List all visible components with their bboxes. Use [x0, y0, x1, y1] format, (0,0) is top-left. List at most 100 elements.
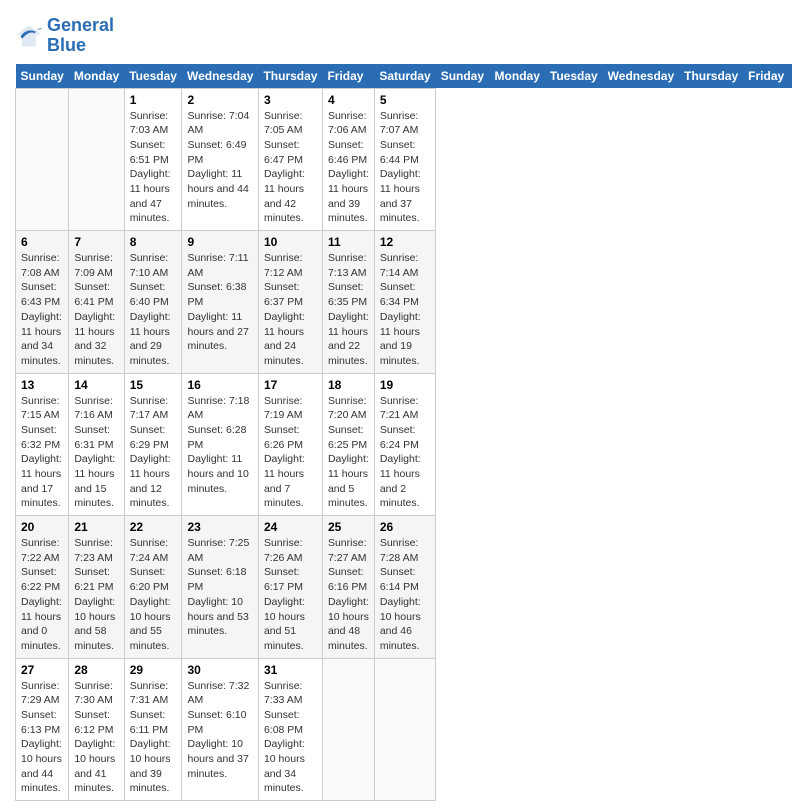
- day-number: 19: [380, 378, 430, 392]
- day-number: 28: [74, 663, 118, 677]
- weekday-header-sunday: Sunday: [16, 64, 69, 89]
- calendar-cell: 21 Sunrise: 7:23 AM Sunset: 6:21 PM Dayli…: [69, 516, 124, 659]
- calendar-cell: [374, 658, 435, 801]
- weekday-header: Monday: [490, 64, 545, 89]
- calendar-cell: 8Sunrise: 7:10 AM Sunset: 6:40 PM Daylig…: [124, 231, 182, 374]
- calendar-cell: 3 Sunrise: 7:05 AM Sunset: 6:47 PM Daylig…: [258, 88, 322, 231]
- calendar-cell: 1 Sunrise: 7:03 AM Sunset: 6:51 PM Daylig…: [124, 88, 182, 231]
- calendar-cell: 11Sunrise: 7:13 AM Sunset: 6:35 PM Dayli…: [322, 231, 374, 374]
- day-number: 4: [328, 93, 369, 107]
- day-info: Sunrise: 7:32 AM Sunset: 6:10 PM Dayligh…: [187, 679, 252, 782]
- day-info: Sunrise: 7:20 AM Sunset: 6:25 PM Dayligh…: [328, 394, 369, 512]
- day-info: Sunrise: 7:05 AM Sunset: 6:47 PM Dayligh…: [264, 109, 317, 227]
- weekday-header-saturday: Saturday: [374, 64, 435, 89]
- day-info: Sunrise: 7:31 AM Sunset: 6:11 PM Dayligh…: [130, 679, 177, 797]
- logo-icon: [15, 22, 43, 50]
- calendar-cell: 23 Sunrise: 7:25 AM Sunset: 6:18 PM Dayli…: [182, 516, 258, 659]
- day-number: 7: [74, 235, 118, 249]
- day-info: Sunrise: 7:12 AM Sunset: 6:37 PM Dayligh…: [264, 251, 317, 369]
- day-info: Sunrise: 7:27 AM Sunset: 6:16 PM Dayligh…: [328, 536, 369, 654]
- day-number: 12: [380, 235, 430, 249]
- calendar-cell: 29 Sunrise: 7:31 AM Sunset: 6:11 PM Dayli…: [124, 658, 182, 801]
- calendar-cell: 4 Sunrise: 7:06 AM Sunset: 6:46 PM Daylig…: [322, 88, 374, 231]
- day-info: Sunrise: 7:08 AM Sunset: 6:43 PM Dayligh…: [21, 251, 63, 369]
- calendar-cell: 17 Sunrise: 7:19 AM Sunset: 6:26 PM Dayli…: [258, 373, 322, 516]
- calendar-cell: 24Sunrise: 7:26 AM Sunset: 6:17 PM Dayli…: [258, 516, 322, 659]
- day-info: Sunrise: 7:33 AM Sunset: 6:08 PM Dayligh…: [264, 679, 317, 797]
- calendar-cell: 5Sunrise: 7:07 AM Sunset: 6:44 PM Daylig…: [374, 88, 435, 231]
- day-info: Sunrise: 7:07 AM Sunset: 6:44 PM Dayligh…: [380, 109, 430, 227]
- day-number: 21: [74, 520, 118, 534]
- calendar-cell: [16, 88, 69, 231]
- weekday-header-friday: Friday: [322, 64, 374, 89]
- day-info: Sunrise: 7:21 AM Sunset: 6:24 PM Dayligh…: [380, 394, 430, 512]
- calendar-cell: 19 Sunrise: 7:21 AM Sunset: 6:24 PM Dayli…: [374, 373, 435, 516]
- day-number: 31: [264, 663, 317, 677]
- day-info: Sunrise: 7:04 AM Sunset: 6:49 PM Dayligh…: [187, 109, 252, 212]
- day-info: Sunrise: 7:11 AM Sunset: 6:38 PM Dayligh…: [187, 251, 252, 354]
- day-info: Sunrise: 7:10 AM Sunset: 6:40 PM Dayligh…: [130, 251, 177, 369]
- day-info: Sunrise: 7:19 AM Sunset: 6:26 PM Dayligh…: [264, 394, 317, 512]
- day-number: 13: [21, 378, 63, 392]
- calendar-week-row: 13 Sunrise: 7:15 AM Sunset: 6:32 PM Dayli…: [16, 373, 792, 516]
- calendar-cell: 30Sunrise: 7:32 AM Sunset: 6:10 PM Dayli…: [182, 658, 258, 801]
- calendar-week-row: 27 Sunrise: 7:29 AM Sunset: 6:13 PM Dayli…: [16, 658, 792, 801]
- day-info: Sunrise: 7:22 AM Sunset: 6:22 PM Dayligh…: [21, 536, 63, 654]
- weekday-header-tuesday: Tuesday: [124, 64, 182, 89]
- day-info: Sunrise: 7:16 AM Sunset: 6:31 PM Dayligh…: [74, 394, 118, 512]
- calendar-cell: 22 Sunrise: 7:24 AM Sunset: 6:20 PM Dayli…: [124, 516, 182, 659]
- calendar-cell: 9 Sunrise: 7:11 AM Sunset: 6:38 PM Daylig…: [182, 231, 258, 374]
- calendar-cell: 20 Sunrise: 7:22 AM Sunset: 6:22 PM Dayli…: [16, 516, 69, 659]
- calendar-week-row: 6Sunrise: 7:08 AM Sunset: 6:43 PM Daylig…: [16, 231, 792, 374]
- day-number: 18: [328, 378, 369, 392]
- logo: General Blue: [15, 16, 114, 56]
- day-number: 23: [187, 520, 252, 534]
- weekday-header: Tuesday: [545, 64, 603, 89]
- day-number: 2: [187, 93, 252, 107]
- day-info: Sunrise: 7:15 AM Sunset: 6:32 PM Dayligh…: [21, 394, 63, 512]
- calendar-cell: 27 Sunrise: 7:29 AM Sunset: 6:13 PM Dayli…: [16, 658, 69, 801]
- weekday-header: Thursday: [679, 64, 743, 89]
- calendar-cell: 26 Sunrise: 7:28 AM Sunset: 6:14 PM Dayli…: [374, 516, 435, 659]
- day-number: 22: [130, 520, 177, 534]
- day-number: 1: [130, 93, 177, 107]
- day-info: Sunrise: 7:09 AM Sunset: 6:41 PM Dayligh…: [74, 251, 118, 369]
- day-info: Sunrise: 7:03 AM Sunset: 6:51 PM Dayligh…: [130, 109, 177, 227]
- calendar-cell: 7 Sunrise: 7:09 AM Sunset: 6:41 PM Daylig…: [69, 231, 124, 374]
- day-info: Sunrise: 7:25 AM Sunset: 6:18 PM Dayligh…: [187, 536, 252, 639]
- day-info: Sunrise: 7:24 AM Sunset: 6:20 PM Dayligh…: [130, 536, 177, 654]
- day-info: Sunrise: 7:06 AM Sunset: 6:46 PM Dayligh…: [328, 109, 369, 227]
- calendar-cell: 31 Sunrise: 7:33 AM Sunset: 6:08 PM Dayli…: [258, 658, 322, 801]
- day-number: 16: [187, 378, 252, 392]
- day-number: 27: [21, 663, 63, 677]
- day-number: 29: [130, 663, 177, 677]
- day-number: 20: [21, 520, 63, 534]
- weekday-header-monday: Monday: [69, 64, 124, 89]
- weekday-header: Sunday: [436, 64, 490, 89]
- weekday-header: Friday: [743, 64, 789, 89]
- day-info: Sunrise: 7:13 AM Sunset: 6:35 PM Dayligh…: [328, 251, 369, 369]
- day-info: Sunrise: 7:18 AM Sunset: 6:28 PM Dayligh…: [187, 394, 252, 497]
- calendar-week-row: 20 Sunrise: 7:22 AM Sunset: 6:22 PM Dayli…: [16, 516, 792, 659]
- day-number: 14: [74, 378, 118, 392]
- logo-text: General Blue: [47, 16, 114, 56]
- day-number: 25: [328, 520, 369, 534]
- calendar-cell: 14 Sunrise: 7:16 AM Sunset: 6:31 PM Dayli…: [69, 373, 124, 516]
- day-number: 26: [380, 520, 430, 534]
- calendar-cell: 6Sunrise: 7:08 AM Sunset: 6:43 PM Daylig…: [16, 231, 69, 374]
- calendar-cell: 13 Sunrise: 7:15 AM Sunset: 6:32 PM Dayli…: [16, 373, 69, 516]
- day-info: Sunrise: 7:17 AM Sunset: 6:29 PM Dayligh…: [130, 394, 177, 512]
- day-info: Sunrise: 7:28 AM Sunset: 6:14 PM Dayligh…: [380, 536, 430, 654]
- calendar-cell: 18 Sunrise: 7:20 AM Sunset: 6:25 PM Dayli…: [322, 373, 374, 516]
- day-info: Sunrise: 7:29 AM Sunset: 6:13 PM Dayligh…: [21, 679, 63, 797]
- calendar-cell: 2 Sunrise: 7:04 AM Sunset: 6:49 PM Daylig…: [182, 88, 258, 231]
- day-number: 3: [264, 93, 317, 107]
- calendar-cell: 15Sunrise: 7:17 AM Sunset: 6:29 PM Dayli…: [124, 373, 182, 516]
- weekday-header-thursday: Thursday: [258, 64, 322, 89]
- day-info: Sunrise: 7:30 AM Sunset: 6:12 PM Dayligh…: [74, 679, 118, 797]
- calendar-cell: 16 Sunrise: 7:18 AM Sunset: 6:28 PM Dayli…: [182, 373, 258, 516]
- day-number: 9: [187, 235, 252, 249]
- header: General Blue: [15, 10, 777, 56]
- day-number: 17: [264, 378, 317, 392]
- day-info: Sunrise: 7:23 AM Sunset: 6:21 PM Dayligh…: [74, 536, 118, 654]
